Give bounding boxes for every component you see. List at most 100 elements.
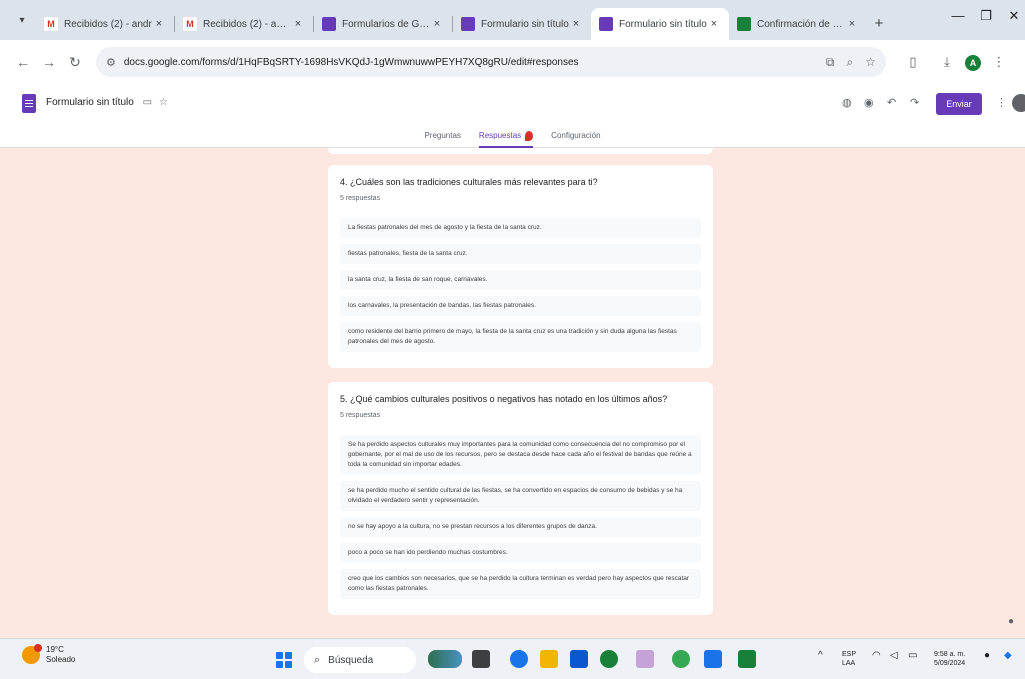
google-forms-logo-icon[interactable] — [22, 94, 36, 113]
weather-temp: 19°C — [46, 645, 64, 654]
previous-question-card — [328, 148, 713, 154]
browser-tab[interactable]: Formulario sin título × — [453, 8, 591, 40]
volume-icon[interactable]: ◁ — [890, 650, 898, 661]
edge-icon[interactable] — [510, 650, 528, 668]
tab-title: Formulario sin título — [481, 18, 569, 30]
weather-desc: Soleado — [46, 655, 76, 664]
app-icon[interactable] — [600, 650, 618, 668]
address-bar[interactable]: ⚙ docs.google.com/forms/d/1HqFBqSRTY-169… — [96, 47, 886, 77]
search-icon: ⌕ — [314, 653, 321, 666]
site-info-icon[interactable]: ⚙ — [106, 56, 116, 69]
undo-icon[interactable]: ↶ — [887, 96, 896, 109]
tab-list: M Recibidos (2) - andr × M Recibidos (2) - a… — [36, 8, 867, 40]
clock[interactable]: 9:58 a. m. 5/09/2024 — [934, 650, 965, 668]
tab-preguntas[interactable]: Preguntas — [424, 128, 460, 148]
translate-icon[interactable]: ⧉ — [826, 55, 835, 70]
alert-icon — [525, 131, 534, 141]
more-options-icon[interactable]: ⋮ — [996, 96, 1007, 109]
tab-respuestas[interactable]: Respuestas — [478, 128, 534, 148]
response-item: creo que los cambios son necesarios, que… — [340, 569, 701, 599]
forms-header: Formulario sin título ▭ ☆ ◍ ◉ ↶ ↷ Enviar… — [0, 84, 1025, 148]
form-title[interactable]: Formulario sin título ▭ ☆ — [46, 97, 168, 108]
responses-content[interactable]: 4. ¿Cuáles son las tradiciones culturale… — [0, 148, 1025, 638]
send-button[interactable]: Enviar — [936, 93, 982, 115]
close-window-icon[interactable]: ✕ — [994, 8, 1025, 24]
zoom-icon[interactable]: ⌕ — [847, 55, 854, 70]
bookmark-star-icon[interactable]: ☆ — [865, 55, 876, 69]
gmail-icon: M — [44, 17, 58, 31]
star-icon[interactable]: ☆ — [159, 97, 168, 108]
tab-close-icon[interactable]: × — [707, 18, 721, 30]
tab-title: Formularios de Goog — [342, 18, 430, 30]
language-indicator[interactable]: ESP LAA — [842, 650, 856, 668]
tab-close-icon[interactable]: × — [291, 18, 305, 30]
chrome-icon[interactable] — [672, 650, 690, 668]
back-icon[interactable]: ← — [10, 49, 36, 75]
response-item: La fiestas patronales del mes de agosto … — [340, 218, 701, 238]
response-item: fiestas patronales, fiesta de la santa c… — [340, 244, 701, 264]
side-panel-icon[interactable]: ▯ — [900, 54, 926, 70]
tab-title: Recibidos (2) - andr — [64, 18, 152, 30]
copilot-icon[interactable]: ◆ — [1004, 650, 1012, 661]
new-tab-button[interactable]: + — [867, 9, 891, 37]
download-icon[interactable]: ⤓ — [934, 54, 960, 70]
avatar[interactable] — [1012, 94, 1025, 112]
help-icon[interactable]: ● — [1008, 616, 1014, 627]
browser-tab-strip: ▾ M Recibidos (2) - andr × M Recibidos (2) -… — [0, 0, 1025, 40]
redo-icon[interactable]: ↷ — [910, 96, 919, 109]
profile-icon[interactable]: A — [960, 54, 986, 71]
response-item: los carnavales, la presentación de banda… — [340, 296, 701, 316]
tray-overflow-icon[interactable]: ^ — [818, 650, 823, 661]
file-explorer-icon[interactable] — [540, 650, 558, 668]
response-item: no se hay apoyo a la cultura, no se pres… — [340, 517, 701, 537]
palette-icon[interactable]: ◍ — [842, 96, 852, 109]
tab-close-icon[interactable]: × — [152, 18, 166, 30]
question-title: 5. ¿Qué cambios culturales positivos o n… — [340, 394, 668, 404]
wifi-icon[interactable]: ◠ — [872, 650, 881, 661]
browser-tab[interactable]: Confirmación de asi × — [729, 8, 867, 40]
battery-icon[interactable]: ▭ — [908, 650, 917, 661]
notification-bell-icon[interactable]: ● — [984, 650, 990, 661]
outlook-icon[interactable] — [704, 650, 722, 668]
preview-eye-icon[interactable]: ◉ — [864, 96, 874, 109]
url-text: docs.google.com/forms/d/1HqFBqSRTY-1698H… — [123, 56, 579, 68]
browser-tab[interactable]: Formulario sin título × — [591, 8, 729, 40]
task-view-icon[interactable] — [472, 650, 490, 668]
forward-icon[interactable]: → — [36, 49, 62, 75]
store-icon[interactable] — [570, 650, 588, 668]
gmail-icon: M — [183, 17, 197, 31]
response-count: 5 respuestas — [340, 412, 381, 419]
browser-tab[interactable]: Formularios de Goog × — [314, 8, 452, 40]
taskbar-search[interactable]: ⌕ Búsqueda — [304, 647, 416, 673]
excel-icon[interactable] — [738, 650, 756, 668]
teams-icon[interactable] — [636, 650, 654, 668]
forms-icon — [599, 17, 613, 31]
tab-close-icon[interactable]: × — [845, 18, 859, 30]
response-item: Se ha perdido aspectos culturales muy im… — [340, 435, 701, 475]
windows-start-icon[interactable] — [276, 652, 292, 668]
tab-title: Recibidos (2) - asaor — [203, 18, 291, 30]
sheets-icon — [737, 17, 751, 31]
response-item: la santa cruz, la fiesta de san roque, c… — [340, 270, 701, 290]
forms-icon — [322, 17, 336, 31]
tab-configuracion[interactable]: Configuración — [551, 128, 600, 148]
reload-icon[interactable]: ↻ — [62, 49, 88, 75]
browser-menu-icon[interactable]: ⋮ — [986, 54, 1012, 70]
question-card-4: 4. ¿Cuáles son las tradiciones culturale… — [328, 165, 713, 368]
response-item: se ha perdido mucho el sentido cultural … — [340, 481, 701, 511]
browser-toolbar: ← → ↻ ⚙ docs.google.com/forms/d/1HqFBqSR… — [0, 40, 1025, 84]
tab-title: Confirmación de asi — [757, 18, 845, 30]
tab-search-icon[interactable]: ▾ — [8, 6, 36, 34]
tab-close-icon[interactable]: × — [430, 18, 444, 30]
browser-tab[interactable]: M Recibidos (2) - asaor × — [175, 8, 313, 40]
tab-close-icon[interactable]: × — [569, 18, 583, 30]
forms-icon — [461, 17, 475, 31]
move-to-folder-icon[interactable]: ▭ — [143, 97, 152, 108]
weather-widget[interactable]: 19°C Soleado — [22, 644, 76, 665]
question-card-5: 5. ¿Qué cambios culturales positivos o n… — [328, 382, 713, 615]
response-item: poco a poco se han ido perdiendo muchas … — [340, 543, 701, 563]
sun-icon — [22, 644, 42, 664]
widgets-icon[interactable] — [428, 650, 462, 668]
browser-tab[interactable]: M Recibidos (2) - andr × — [36, 8, 174, 40]
question-title: 4. ¿Cuáles son las tradiciones culturale… — [340, 177, 598, 187]
